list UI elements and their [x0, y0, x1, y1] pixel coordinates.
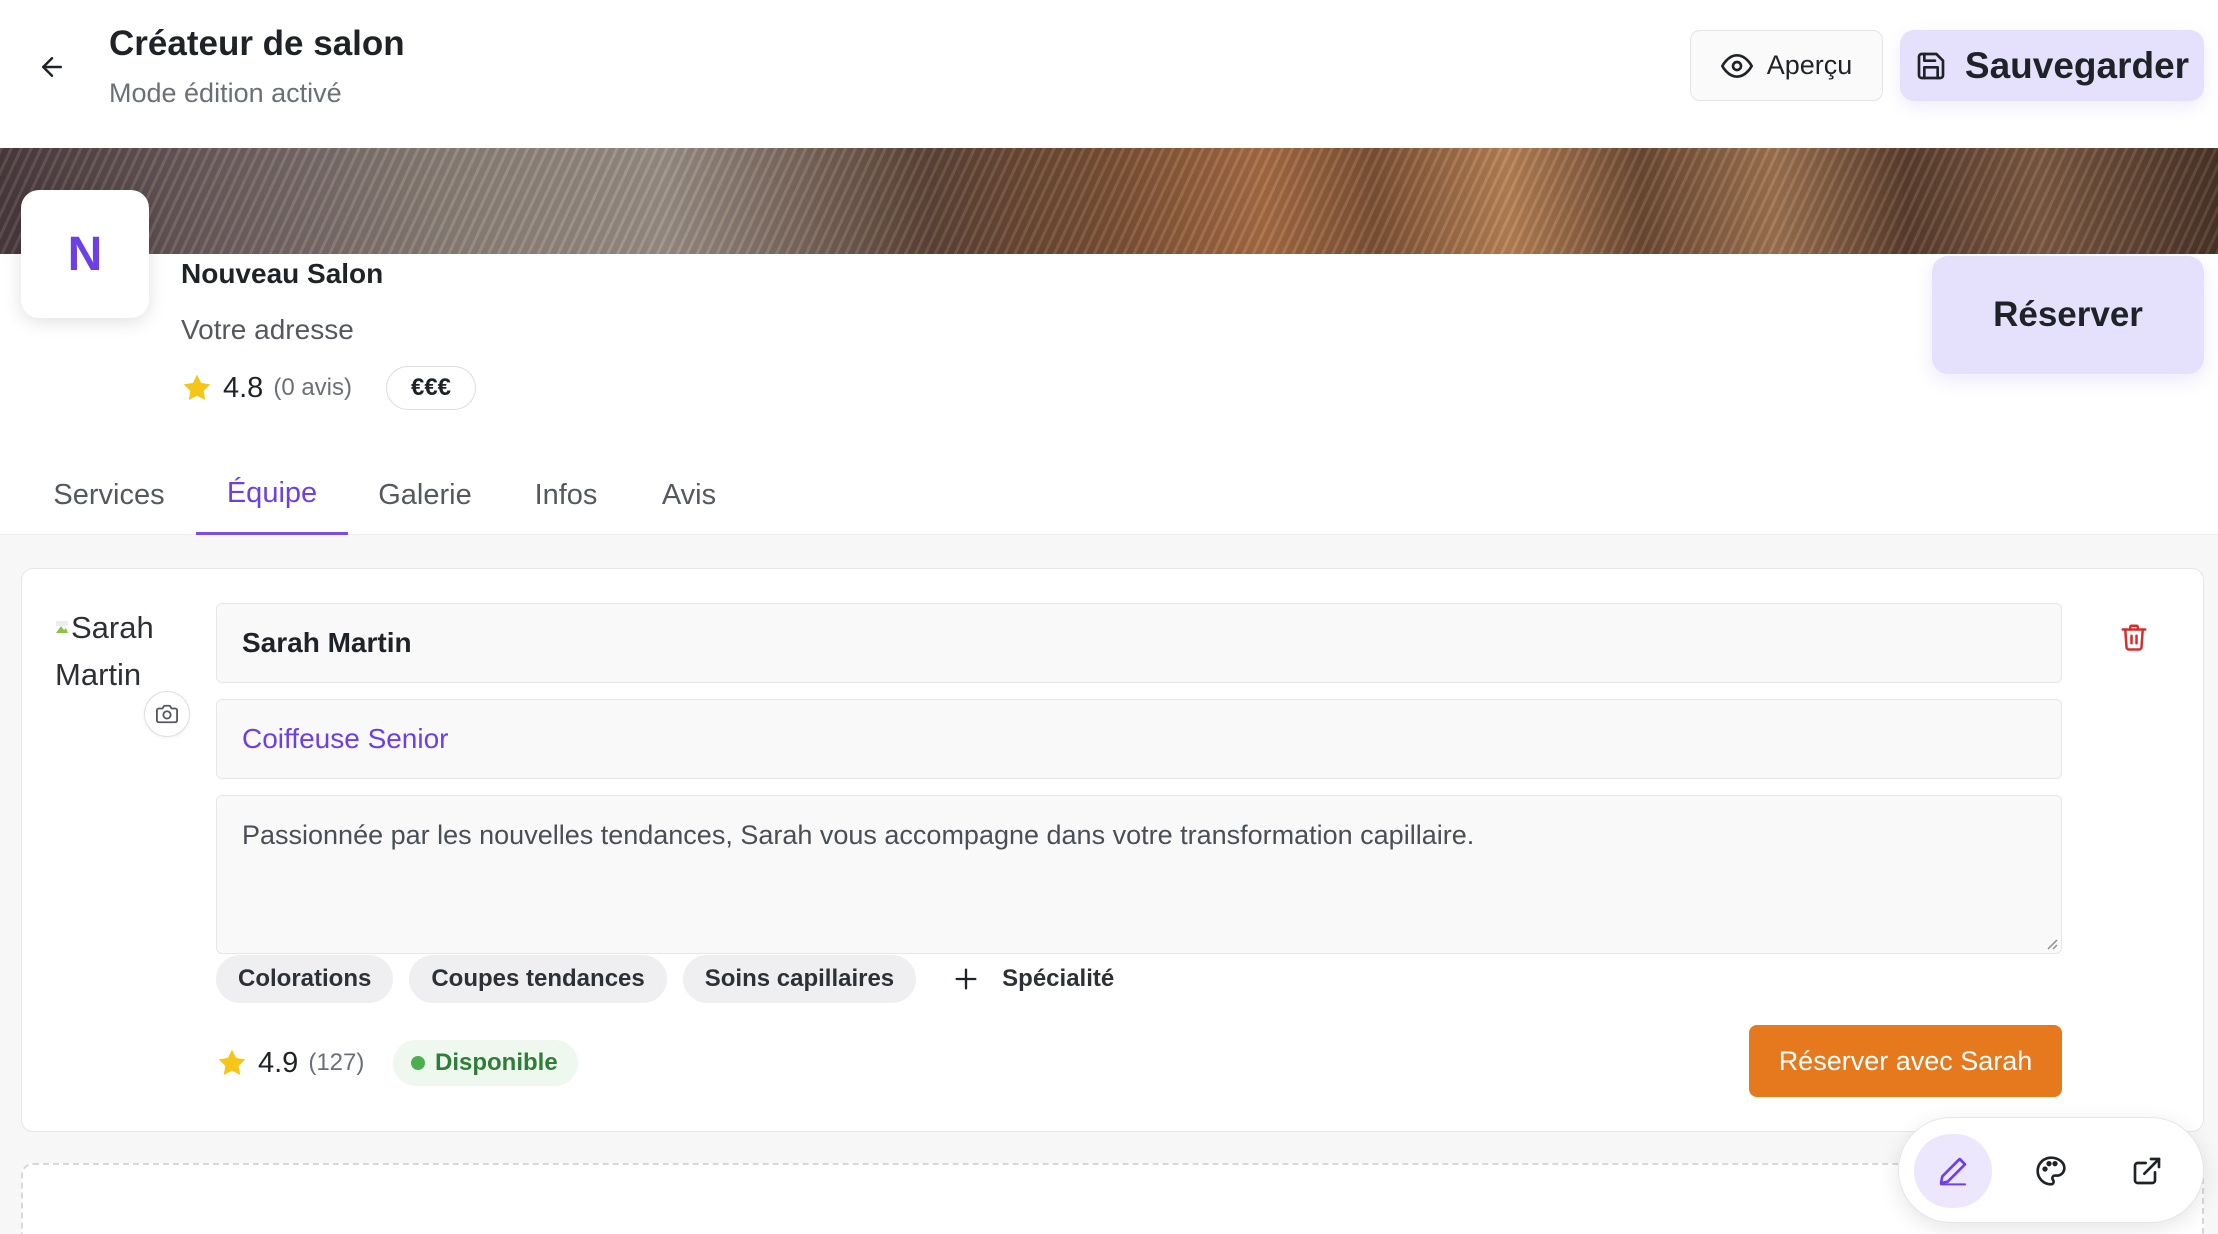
save-icon	[1917, 52, 1945, 79]
floating-toolbar	[1898, 1117, 2204, 1223]
external-link-icon	[2133, 1157, 2161, 1185]
star-icon	[183, 374, 211, 401]
broken-image-icon	[56, 621, 68, 633]
theme-button[interactable]	[2012, 1134, 2090, 1208]
availability-label: Disponible	[435, 1049, 558, 1076]
delete-member-button[interactable]	[2114, 617, 2154, 657]
member-name-field[interactable]: Sarah Martin	[216, 603, 2062, 683]
tab-avis[interactable]: Avis	[648, 455, 730, 535]
tab-galerie[interactable]: Galerie	[362, 455, 488, 535]
edit-mode-button[interactable]	[1914, 1134, 1992, 1208]
salon-logo[interactable]: N	[21, 190, 149, 318]
open-external-button[interactable]	[2108, 1134, 2186, 1208]
member-bio-textarea[interactable]: Passionnée par les nouvelles tendances, …	[216, 795, 2062, 954]
tab-equipe[interactable]: Équipe	[196, 455, 348, 535]
salon-rating-value: 4.8	[223, 371, 264, 404]
palette-icon	[2036, 1156, 2066, 1186]
arrow-left-icon	[42, 57, 62, 77]
reserve-button[interactable]: Réserver	[1932, 256, 2204, 374]
add-specialty-button[interactable]: Spécialité	[952, 965, 1114, 993]
tab-infos[interactable]: Infos	[520, 455, 612, 535]
tab-services[interactable]: Services	[30, 455, 188, 535]
preview-label: Aperçu	[1766, 50, 1853, 80]
eye-icon	[1720, 53, 1753, 78]
salon-address: Votre adresse	[181, 314, 354, 345]
salon-rating: 4.8 (0 avis)	[181, 368, 352, 408]
tab-bar: Services Équipe Galerie Infos Avis	[0, 455, 2218, 535]
add-member-card[interactable]	[21, 1163, 2204, 1234]
member-bio-text: Passionnée par les nouvelles tendances, …	[242, 820, 1475, 850]
salon-name: Nouveau Salon	[181, 258, 384, 289]
member-photo-alt: Sarah Martin	[55, 610, 154, 692]
member-rating: 4.9 (127)	[216, 1043, 364, 1083]
cover-texture	[0, 148, 2218, 254]
add-specialty-label: Spécialité	[1002, 965, 1115, 992]
plus-icon	[955, 968, 977, 990]
cover-image[interactable]	[0, 148, 2218, 254]
specialty-chip[interactable]: Coupes tendances	[409, 955, 667, 1003]
star-icon	[218, 1049, 246, 1076]
member-rating-value: 4.9	[258, 1046, 299, 1079]
price-level-badge: €€€	[386, 366, 476, 410]
back-button[interactable]	[30, 45, 74, 89]
member-review-count: (127)	[308, 1049, 365, 1076]
specialty-chip[interactable]: Colorations	[216, 955, 394, 1003]
salon-review-count: (0 avis)	[273, 374, 353, 401]
team-member-card: Sarah Martin Sarah Martin Coiffeuse Seni…	[21, 568, 2204, 1132]
book-with-member-button[interactable]: Réserver avec Sarah	[1749, 1025, 2062, 1097]
save-button[interactable]: Sauvegarder	[1900, 30, 2204, 101]
specialty-list: Colorations Coupes tendances Soins capil…	[216, 955, 1114, 1003]
availability-badge: Disponible	[393, 1040, 578, 1086]
app-header: Créateur de salon Mode édition activé Ap…	[0, 0, 2218, 148]
resize-handle-icon[interactable]	[2044, 936, 2058, 950]
change-photo-button[interactable]	[144, 691, 190, 737]
trash-icon	[2121, 624, 2147, 651]
member-role-field[interactable]: Coiffeuse Senior	[216, 699, 2062, 779]
page-subtitle: Mode édition activé	[109, 78, 342, 108]
preview-button[interactable]: Aperçu	[1690, 30, 1883, 101]
pencil-icon	[1939, 1157, 1967, 1186]
status-dot-icon	[411, 1056, 425, 1070]
specialty-chip[interactable]: Soins capillaires	[682, 955, 917, 1003]
page-title: Créateur de salon	[109, 24, 405, 63]
camera-icon	[156, 704, 178, 724]
save-label: Sauvegarder	[1964, 44, 2190, 86]
